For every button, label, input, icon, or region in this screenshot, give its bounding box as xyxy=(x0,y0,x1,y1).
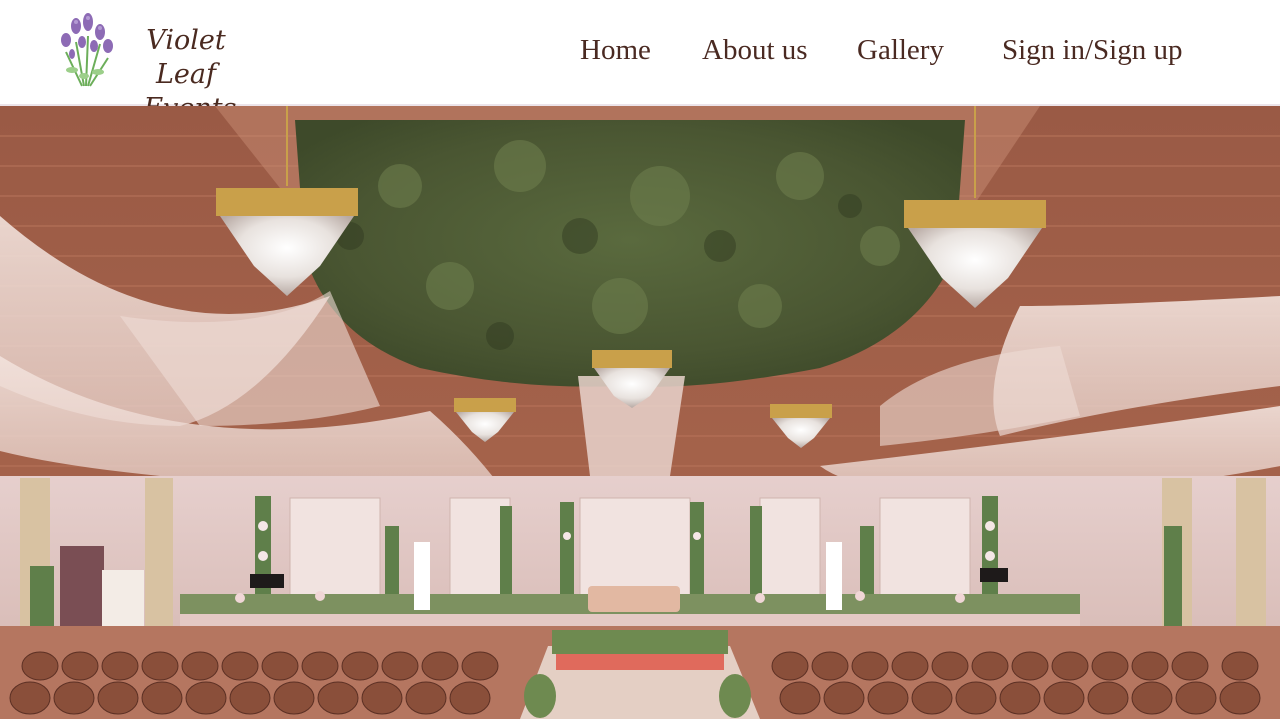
main-nav: Home About us Gallery Sign in/Sign up xyxy=(0,30,1280,70)
nav-about[interactable]: About us xyxy=(702,30,808,70)
nav-home[interactable]: Home xyxy=(580,30,651,70)
site-header: Violet Leaf Events Home About us Gallery… xyxy=(0,0,1280,124)
wedding-hall-photo xyxy=(0,106,1280,719)
hero-image xyxy=(0,106,1280,719)
nav-gallery[interactable]: Gallery xyxy=(857,30,944,70)
nav-signin[interactable]: Sign in/Sign up xyxy=(1002,30,1183,70)
